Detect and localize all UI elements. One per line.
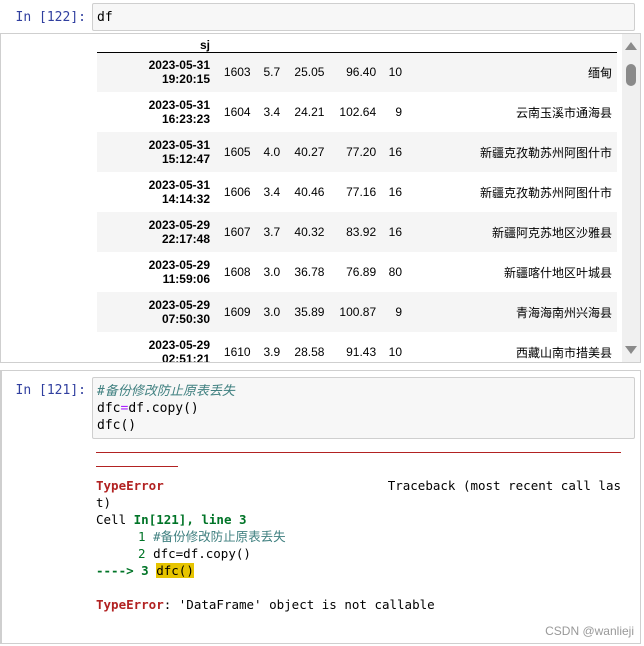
vertical-scrollbar[interactable] <box>622 34 640 362</box>
dataframe-output[interactable]: sj 2023-05-31 19:20:15 1603 5.7 25.05 96.40 10… <box>0 33 641 363</box>
scroll-down-icon[interactable] <box>625 346 637 354</box>
cell-longitude: 102.64 <box>339 105 377 119</box>
cell-id: 1606 <box>223 185 251 199</box>
row-index-datetime: 2023-05-31 16:23:23 <box>148 98 210 126</box>
cell-longitude: 100.87 <box>339 305 377 319</box>
cell-id: 1605 <box>223 145 251 159</box>
watermark: CSDN @wanlieji <box>545 624 634 638</box>
cell-magnitude: 3.4 <box>263 185 281 199</box>
scroll-thumb[interactable] <box>626 64 636 86</box>
traceback-header-wrap: t) <box>96 495 112 510</box>
cell-location: 新疆阿克苏地区沙雅县 <box>491 225 612 240</box>
dataframe-table: sj 2023-05-31 19:20:15 1603 5.7 25.05 96.40 10… <box>97 34 617 363</box>
cell-longitude: 96.40 <box>346 65 377 80</box>
traceback-divider <box>96 452 621 453</box>
cell-id: 1604 <box>223 105 251 119</box>
error-type: TypeError <box>96 478 164 493</box>
traceback-context-2: 2 dfc=df.copy() <box>138 546 251 561</box>
cell-id: 1608 <box>223 265 251 279</box>
cell-latitude: 24.21 <box>294 105 325 119</box>
cell-location: 青海海南州兴海县 <box>515 305 612 320</box>
table-row: 2023-05-31 16:23:23 1604 3.4 24.21 102.64 9 云南玉… <box>97 92 617 132</box>
cell-depth: 9 <box>395 105 402 119</box>
traceback-final-error: TypeError: 'DataFrame' object is not cal… <box>96 597 435 612</box>
cell-latitude: 40.46 <box>294 185 325 199</box>
table-row: 2023-05-29 02:51:21 1610 3.9 28.58 91.43 10 西藏山… <box>97 332 617 363</box>
row-index-datetime: 2023-05-29 07:50:30 <box>148 298 210 326</box>
cell-location: 新疆克孜勒苏州阿图什市 <box>479 145 612 160</box>
traceback-cell-ref: Cell In[121], line 3 <box>96 512 247 527</box>
traceback-context-3: ----> 3 dfc() <box>96 563 194 578</box>
error-traceback: TypeError Traceback (most recent call la… <box>96 452 621 613</box>
row-index-datetime: 2023-05-29 22:17:48 <box>148 218 210 246</box>
cell-latitude: 40.32 <box>294 225 325 239</box>
code-input-cell-122[interactable]: df <box>92 3 635 31</box>
code-comment: #备份修改防止原表丢失 <box>97 384 235 399</box>
table-row: 2023-05-31 14:14:32 1606 3.4 40.46 77.16 16 新疆克… <box>97 172 617 212</box>
cell-depth: 16 <box>388 225 402 239</box>
cell-id: 1603 <box>223 65 251 80</box>
cell-latitude: 25.05 <box>294 65 325 80</box>
row-index-datetime: 2023-05-29 11:59:06 <box>148 258 210 286</box>
code-line-3: dfc() <box>97 418 137 433</box>
code-input-cell-121[interactable]: #备份修改防止原表丢失 dfc=df.copy() dfc() <box>92 377 635 439</box>
cell-magnitude: 3.0 <box>263 265 281 279</box>
cell-latitude: 28.58 <box>294 345 325 359</box>
cell-prompt: In [122]: <box>15 10 86 25</box>
cell-id: 1607 <box>223 225 251 239</box>
cell-magnitude: 3.7 <box>263 225 281 239</box>
cell-depth: 16 <box>388 145 402 159</box>
code-text: df <box>97 10 113 25</box>
cell-location: 云南玉溪市通海县 <box>515 105 612 120</box>
cell-longitude: 77.20 <box>346 145 377 159</box>
code-line-2: dfc=df.copy() <box>97 401 199 416</box>
row-index-datetime: 2023-05-31 14:14:32 <box>148 178 210 206</box>
table-row: 2023-05-29 07:50:30 1609 3.0 35.89 100.87 9 青海海… <box>97 292 617 332</box>
index-header: sj <box>97 34 215 53</box>
cell-magnitude: 4.0 <box>263 145 281 159</box>
cell-location: 西藏山南市措美县 <box>515 345 612 360</box>
cell-latitude: 40.27 <box>294 145 325 159</box>
table-row: 2023-05-29 22:17:48 1607 3.7 40.32 83.92 16 新疆阿… <box>97 212 617 252</box>
cell-depth: 10 <box>388 65 402 80</box>
cell-depth: 9 <box>395 305 402 319</box>
row-index-datetime: 2023-05-31 15:12:47 <box>148 138 210 166</box>
cell-longitude: 76.89 <box>346 265 377 279</box>
scroll-up-icon[interactable] <box>625 42 637 50</box>
cell-longitude: 77.16 <box>346 185 377 199</box>
cell-depth: 16 <box>388 185 402 199</box>
cell-prompt: In [121]: <box>15 383 86 398</box>
cell-location: 缅甸 <box>587 65 612 80</box>
cell-location: 新疆喀什地区叶城县 <box>503 265 612 280</box>
table-row: 2023-05-31 15:12:47 1605 4.0 40.27 77.20 16 新疆克… <box>97 132 617 172</box>
cell-longitude: 83.92 <box>346 225 377 239</box>
cell-depth: 10 <box>388 345 402 359</box>
cell-longitude: 91.43 <box>346 345 377 359</box>
cell-id: 1610 <box>223 345 251 359</box>
cell-magnitude: 3.0 <box>263 305 281 319</box>
table-row: 2023-05-31 19:20:15 1603 5.7 25.05 96.40 10 缅甸 <box>97 52 617 92</box>
cell-magnitude: 3.9 <box>263 345 281 359</box>
row-index-datetime: 2023-05-29 02:51:21 <box>148 338 210 363</box>
cell-id: 1609 <box>223 305 251 319</box>
cell-latitude: 35.89 <box>294 305 325 319</box>
cell-magnitude: 5.7 <box>263 65 281 80</box>
cell-latitude: 36.78 <box>294 265 325 279</box>
traceback-divider-short <box>96 466 178 467</box>
cell-location: 新疆克孜勒苏州阿图什市 <box>479 185 612 200</box>
row-index-datetime: 2023-05-31 19:20:15 <box>148 58 210 87</box>
traceback-header: Traceback (most recent call las <box>387 478 621 493</box>
cell-magnitude: 3.4 <box>263 105 281 119</box>
table-row: 2023-05-29 11:59:06 1608 3.0 36.78 76.89 80 新疆喀… <box>97 252 617 292</box>
traceback-context-1: 1 #备份修改防止原表丢失 <box>138 529 286 544</box>
cell-depth: 80 <box>388 265 402 279</box>
